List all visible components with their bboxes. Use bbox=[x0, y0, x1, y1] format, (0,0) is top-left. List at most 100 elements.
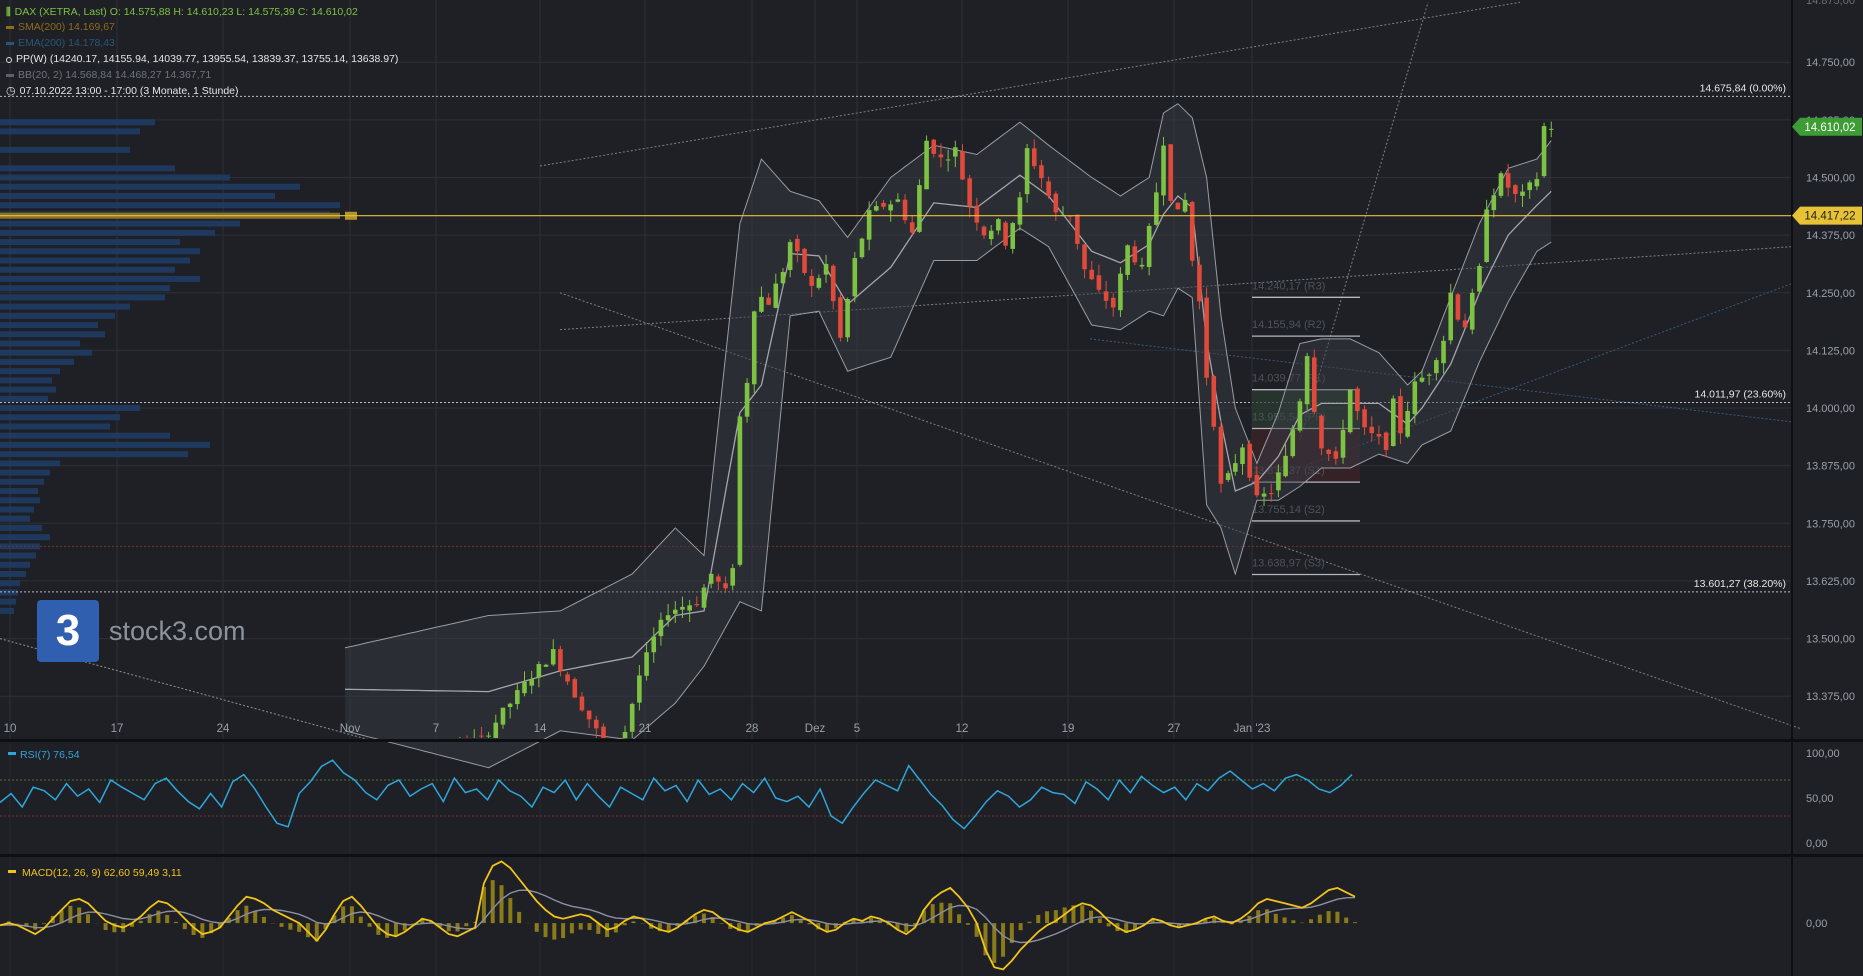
candle-body bbox=[1419, 377, 1425, 382]
macd-histogram-bar bbox=[948, 903, 953, 924]
candle-body bbox=[507, 703, 513, 707]
macd-histogram-bar bbox=[41, 923, 46, 924]
macd-histogram-bar bbox=[385, 923, 390, 938]
candle-body bbox=[543, 664, 549, 667]
candle-body bbox=[1312, 357, 1317, 413]
macd-histogram-bar bbox=[235, 910, 240, 924]
candle-body bbox=[500, 707, 506, 725]
macd-histogram-bar bbox=[789, 915, 794, 924]
rsi-y-tick-label: 0,00 bbox=[1806, 838, 1827, 850]
volume-profile-bar bbox=[0, 460, 60, 467]
volume-profile-bar bbox=[0, 368, 60, 375]
candle-body bbox=[816, 278, 822, 288]
candle-body bbox=[1189, 201, 1195, 261]
candle-body bbox=[522, 681, 527, 694]
ohlc-label: DAX (XETRA, Last) O: 14.575,88 H: 14.610… bbox=[14, 6, 358, 18]
x-tick-label: 10 bbox=[4, 723, 17, 735]
candle-body bbox=[1477, 265, 1482, 292]
candle-body bbox=[680, 606, 685, 610]
candle-body bbox=[1240, 447, 1245, 465]
x-tick-label: Nov bbox=[340, 723, 361, 735]
candle-body bbox=[1010, 223, 1016, 249]
pivot-icon bbox=[6, 56, 12, 63]
volume-profile-bar bbox=[0, 423, 110, 430]
candle-body bbox=[701, 587, 707, 608]
x-tick-label: 21 bbox=[639, 723, 652, 735]
macd-histogram-bar bbox=[798, 920, 803, 924]
macd-histogram-bar bbox=[1045, 911, 1050, 924]
candle-body bbox=[1548, 128, 1554, 130]
legend-bb[interactable]: BB(20, 2) 14.568,84 14.468,27 14.367,71 bbox=[6, 69, 211, 82]
candle-body bbox=[515, 690, 520, 705]
macd-histogram-bar bbox=[1036, 914, 1041, 924]
macd-histogram-bar bbox=[517, 911, 522, 924]
candle-body bbox=[852, 258, 858, 297]
candle-body bbox=[967, 178, 972, 207]
y-tick-label: 13.375,00 bbox=[1806, 691, 1855, 703]
candle-body bbox=[974, 205, 980, 223]
macd-histogram-bar bbox=[1001, 923, 1006, 957]
candle-body bbox=[1498, 173, 1504, 196]
y-tick-label: 14.500,00 bbox=[1806, 173, 1855, 185]
candle-body bbox=[1110, 297, 1116, 308]
candle-body bbox=[586, 710, 592, 720]
candle-body bbox=[694, 603, 700, 606]
candle-body bbox=[565, 674, 570, 682]
candle-body bbox=[1118, 273, 1123, 311]
y-tick-label: 13.875,00 bbox=[1806, 461, 1855, 473]
macd-histogram-bar bbox=[578, 923, 583, 930]
fib-level-label: 14.011,97 (23.60%) bbox=[1695, 389, 1786, 401]
legend-ema[interactable]: EMA(200) 14.178,43 bbox=[6, 37, 115, 50]
candle-body bbox=[759, 296, 764, 312]
candle-body bbox=[1211, 376, 1217, 427]
candle-body bbox=[1441, 340, 1446, 364]
x-tick-label: Dez bbox=[805, 723, 826, 735]
candle-body bbox=[1218, 426, 1224, 484]
macd-histogram-bar bbox=[138, 920, 143, 924]
candle-body bbox=[1297, 401, 1303, 431]
fib-level-label: 14.675,84 (0.00%) bbox=[1700, 82, 1786, 94]
candle-body bbox=[888, 204, 893, 211]
macd-histogram-bar bbox=[341, 906, 346, 924]
volume-profile-bar bbox=[0, 266, 175, 273]
volume-profile-bar bbox=[0, 524, 42, 531]
candle-body bbox=[529, 678, 534, 686]
candle-body bbox=[909, 222, 915, 233]
candle-body bbox=[945, 159, 951, 161]
candle-body bbox=[1003, 222, 1008, 246]
volume-profile-bar bbox=[0, 275, 200, 282]
candle-body bbox=[1276, 472, 1281, 491]
macd-histogram-bar bbox=[552, 923, 557, 940]
volume-profile-bar bbox=[0, 515, 30, 522]
volume-profile-bar bbox=[0, 589, 18, 596]
macd-histogram-bar bbox=[1282, 917, 1287, 924]
candle-body bbox=[988, 230, 994, 240]
candle-body bbox=[1398, 396, 1403, 434]
chart-stage[interactable]: 14.675,84 (0.00%) 14.011,97 (23.60%) 13.60… bbox=[0, 0, 1863, 976]
candle-body bbox=[1146, 225, 1152, 268]
ema-label: EMA(200) 14.178,43 bbox=[18, 37, 115, 49]
candle-body bbox=[1412, 381, 1418, 415]
candle-body bbox=[1103, 291, 1109, 301]
macd-histogram-bar bbox=[701, 913, 706, 924]
candle-body bbox=[1039, 165, 1044, 179]
macd-histogram-bar bbox=[446, 923, 451, 932]
macd-histogram-bar bbox=[719, 923, 724, 924]
macd-histogram-bar bbox=[173, 921, 178, 924]
candle-body bbox=[960, 151, 965, 180]
rsi-swatch-icon bbox=[8, 752, 16, 755]
legend-sma[interactable]: SMA(200) 14.169,67 bbox=[6, 21, 115, 34]
volume-profile-bar bbox=[0, 294, 165, 301]
last-price-tag-label: 14.610,02 bbox=[1804, 122, 1855, 134]
candle-body bbox=[1283, 455, 1288, 477]
macd-histogram-bar bbox=[464, 923, 469, 927]
candle-body bbox=[1161, 145, 1166, 196]
pivot-label: 14.240,17 (R3) bbox=[1252, 280, 1325, 292]
legend-pp[interactable]: PP(W) (14240.17, 14155.94, 14039.77, 139… bbox=[6, 53, 398, 66]
volume-profile-bar bbox=[0, 349, 92, 356]
candle-body bbox=[486, 735, 491, 737]
macd-histogram-bar bbox=[1221, 922, 1226, 924]
macd-histogram-bar bbox=[631, 921, 636, 924]
macd-histogram-bar bbox=[1089, 910, 1094, 924]
candle-body bbox=[874, 206, 879, 211]
